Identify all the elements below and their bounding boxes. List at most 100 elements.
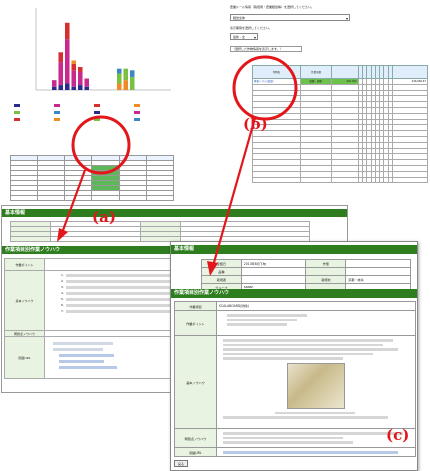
- operation-cell[interactable]: [300, 176, 333, 184]
- bar-segment: [64, 22, 70, 40]
- rule-select-value: 経営全体: [233, 15, 246, 20]
- bar-segment: [77, 85, 83, 90]
- table-header: 作業項目: [300, 65, 333, 79]
- table-cell: [9, 195, 39, 201]
- table-row: 品種: [201, 267, 411, 276]
- period-select[interactable]: 最新 - 全 ▾: [230, 33, 258, 40]
- legend-swatch: [134, 104, 140, 107]
- table-cell: [118, 195, 147, 201]
- field-value: [345, 259, 411, 268]
- bar-segment: [123, 80, 129, 90]
- legend-swatch: [14, 118, 20, 121]
- bar-segment: [71, 63, 77, 71]
- annotation-b: (b): [243, 115, 268, 133]
- table-row[interactable]: [9, 195, 175, 201]
- legend-swatch: [54, 118, 60, 121]
- legend-swatch: [94, 104, 100, 107]
- table-header: 作物名: [251, 65, 302, 79]
- legend-swatch: [14, 111, 20, 114]
- step-number: 5.: [61, 297, 64, 301]
- step-number: 7.: [61, 309, 64, 313]
- task-label: 作業項目: [174, 301, 217, 311]
- detail-knowhow-table: 作業項目 SCALABOARD(防除) 作業ポイント 基本ノウハウ 問題点ノウハ…: [174, 301, 416, 457]
- bar-segment: [129, 76, 135, 90]
- back-button[interactable]: 戻る: [174, 460, 188, 467]
- legend-item: [134, 104, 174, 107]
- legend-swatch: [94, 111, 100, 114]
- table-header: [391, 65, 429, 79]
- bar-chart-panel: [6, 0, 176, 205]
- table-row: 定植日 2013年8月下旬 作型: [201, 259, 411, 268]
- detail-meta-table: 定植日 2013年8月下旬 作型 品種 栽培者 栽培地 京都・岐阜 グループ aaaan: [201, 259, 411, 292]
- bar-segment: [84, 86, 90, 90]
- annotation-a: (a): [92, 208, 116, 226]
- bar-segment: [71, 86, 77, 90]
- detail-info-panel: 基本情報 定植日 2013年8月下旬 作型 品種 栽培者 栽培地 京都・岐阜 グループ aaaa…: [170, 241, 418, 471]
- bar-segment: [51, 80, 57, 87]
- detail-title: 基本情報: [171, 245, 417, 254]
- field-label: 定植日: [201, 259, 242, 268]
- url-link[interactable]: [59, 366, 117, 369]
- table-cell: [64, 195, 93, 201]
- bar-segment: [129, 70, 135, 77]
- table-cell: [37, 195, 66, 201]
- info-meta-table: [10, 221, 310, 242]
- field-value: [345, 267, 411, 276]
- prompt-label-1: 農業ルール情報（栽培者・農業経営等）を選択してください。: [230, 5, 314, 9]
- legend-swatch: [14, 104, 20, 107]
- crop-name-link[interactable]: [251, 176, 302, 184]
- field-value: 2013年8月下旬: [240, 259, 307, 268]
- field-label: 栽培者: [201, 275, 242, 284]
- step-number: 3.: [61, 285, 64, 289]
- bar-segment: [64, 83, 70, 90]
- legend-swatch: [134, 118, 140, 121]
- detail-section-title: 作業項目別作業ノウハウ: [171, 289, 417, 298]
- stacked-bar-chart: [35, 8, 171, 91]
- bar-segment: [116, 83, 122, 90]
- field-value: [240, 267, 307, 276]
- bar-segment: [71, 60, 77, 64]
- bar-segment: [123, 68, 129, 81]
- table-cell: [331, 176, 359, 184]
- legend-item: [94, 118, 134, 121]
- legend-swatch: [94, 118, 100, 121]
- detail-url-label: 関連URL: [174, 447, 217, 457]
- period-select-value: 最新 - 全: [233, 34, 245, 39]
- table-cell: [91, 195, 120, 201]
- bar-segment: [58, 62, 64, 86]
- legend-item: [134, 118, 174, 121]
- field-label: 栽培地: [305, 275, 347, 284]
- legend-swatch: [54, 111, 60, 114]
- bar-segment: [77, 67, 83, 72]
- bar-segment: [58, 52, 64, 63]
- display-notice: 〈選択した作物情報を表示します。〉: [230, 46, 302, 52]
- key-points-label: 作業ポイント: [4, 258, 45, 271]
- legend-item: [14, 118, 54, 121]
- prompt-label-2: 表示期間を選択してください。: [230, 26, 272, 30]
- field-label: 作型: [305, 259, 347, 268]
- field-value: [240, 275, 307, 284]
- url-link[interactable]: [59, 360, 104, 363]
- legend-item: [54, 111, 94, 114]
- bar-segment: [71, 70, 77, 87]
- table-row[interactable]: [251, 176, 429, 184]
- rule-select[interactable]: 経営全体 ▾: [230, 14, 350, 21]
- step-number: 1.: [61, 273, 64, 277]
- detail-url-content: [216, 447, 416, 457]
- field-label: 品種: [201, 267, 242, 276]
- field-label: [305, 267, 347, 276]
- table-cell: [391, 176, 429, 184]
- legend-item: [54, 118, 94, 121]
- bar-segment: [84, 78, 90, 87]
- info-title: 基本情報: [2, 209, 347, 217]
- summary-table: [9, 155, 175, 201]
- detail-url-link[interactable]: [223, 451, 398, 454]
- legend-item: [54, 104, 94, 107]
- legend-item: [14, 111, 54, 114]
- legend-item: [94, 111, 134, 114]
- table-header: [331, 65, 359, 79]
- table-cell: [145, 195, 175, 201]
- url-link[interactable]: [59, 354, 114, 357]
- point-content: [216, 310, 416, 336]
- detail-knowhow-label: 基本ノウハウ: [174, 335, 217, 429]
